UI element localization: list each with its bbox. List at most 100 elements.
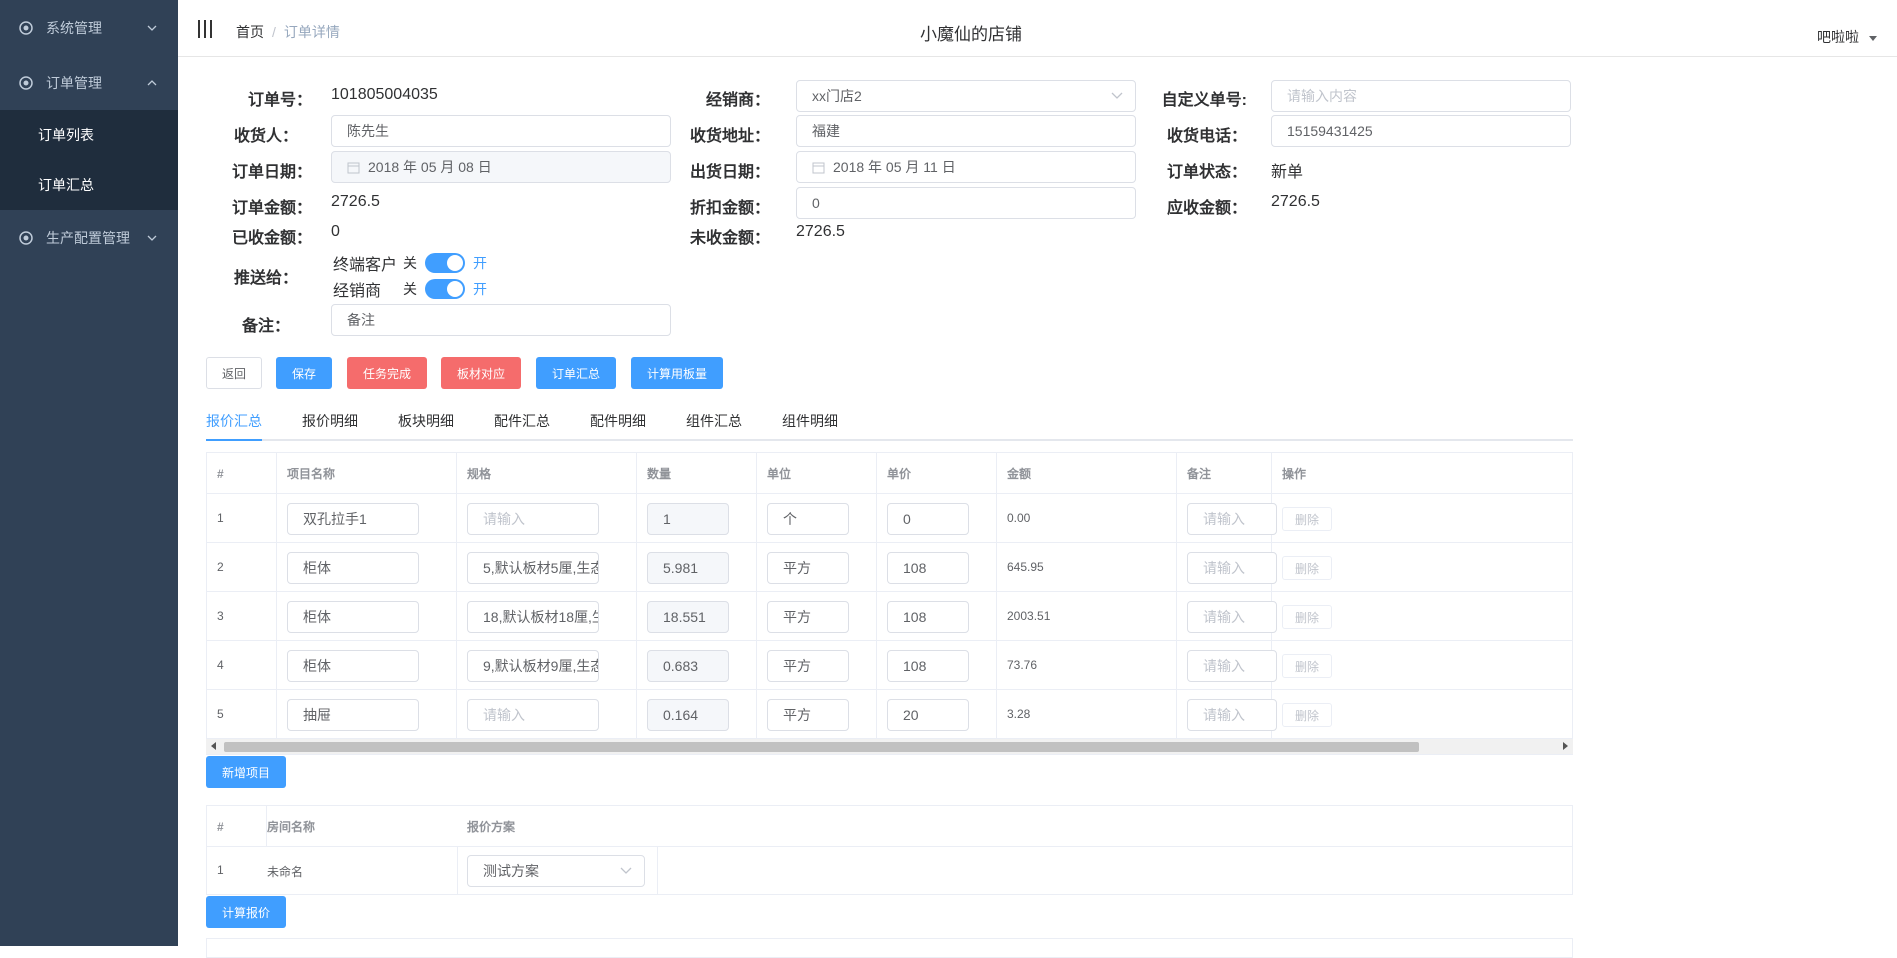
remark-input[interactable]: 备注 xyxy=(331,304,671,336)
dealer-value: xx门店2 xyxy=(812,88,862,104)
spec-input[interactable]: 9,默认板材9厘,生态板 xyxy=(467,650,599,682)
row-number: 3 xyxy=(217,609,224,623)
item-name-input[interactable]: 柜体 xyxy=(287,552,419,584)
spec-input[interactable]: 5,默认板材5厘,生态板 xyxy=(467,552,599,584)
delete-button[interactable]: 删除 xyxy=(1282,605,1332,629)
quantity-input[interactable]: 0.164 xyxy=(647,699,729,731)
address-input[interactable]: 福建 xyxy=(796,115,1136,147)
table-row: 4 柜体 9,默认板材9厘,生态板 0.683 平方 108 73.76 请输入删除 xyxy=(207,641,1572,690)
table-cell: 删除 xyxy=(1272,592,1572,641)
item-name-input[interactable]: 柜体 xyxy=(287,650,419,682)
quote-plan-select[interactable]: 测试方案 xyxy=(467,855,645,887)
amount-label: 订单金额： xyxy=(231,200,312,217)
remark-label: 备注： xyxy=(241,318,290,335)
hamburger-icon[interactable] xyxy=(198,20,212,38)
spec-input[interactable]: 请输入 xyxy=(467,699,599,731)
switch-off-text: 关 xyxy=(403,255,418,271)
arrow-right-icon[interactable] xyxy=(1563,742,1568,750)
remark-input[interactable]: 请输入 xyxy=(1187,650,1277,682)
menu-order-summary[interactable]: 订单汇总 xyxy=(0,160,178,210)
board-match-button[interactable]: 板材对应 xyxy=(441,357,521,389)
ship-date-picker[interactable]: 2018 年 05 月 11 日 xyxy=(796,151,1136,183)
table-cell: 0.00 xyxy=(997,494,1177,543)
tab-quote-detail[interactable]: 报价明细 xyxy=(302,411,358,431)
gear-icon xyxy=(19,230,33,245)
back-button[interactable]: 返回 xyxy=(206,357,262,389)
col-header: 金额 xyxy=(997,453,1177,494)
remark-input[interactable]: 请输入 xyxy=(1187,503,1277,535)
unit-input[interactable]: 平方 xyxy=(767,650,849,682)
breadcrumb: 首页 / 订单详情 xyxy=(236,24,340,40)
breadcrumb-current: 订单详情 xyxy=(283,24,340,40)
item-name-input[interactable]: 双孔拉手1 xyxy=(287,503,419,535)
tab-component-detail[interactable]: 组件明细 xyxy=(782,411,838,431)
col-header: 房间名称 xyxy=(267,820,316,834)
delete-button[interactable]: 删除 xyxy=(1282,703,1332,727)
menu-order-list[interactable]: 订单列表 xyxy=(0,110,178,160)
quantity-input[interactable]: 0.683 xyxy=(647,650,729,682)
next-table xyxy=(206,938,1573,958)
tab-component-summary[interactable]: 组件汇总 xyxy=(686,411,742,431)
tab-panel-detail[interactable]: 板块明细 xyxy=(398,411,454,431)
table-cell: 请输入 xyxy=(457,690,637,739)
table-row: 1 双孔拉手1 请输入 1 个 0 0.00 请输入 删除 xyxy=(207,494,1572,543)
scrollbar-thumb[interactable] xyxy=(224,742,1419,752)
order-date-label: 订单日期： xyxy=(231,164,312,181)
calc-quote-button[interactable]: 计算报价 xyxy=(206,896,286,928)
quantity-input[interactable]: 5.981 xyxy=(647,552,729,584)
user-menu[interactable]: 吧啦啦 xyxy=(1817,27,1877,47)
table-cell: 删除 xyxy=(1272,641,1572,690)
menu-order[interactable]: 订单管理 xyxy=(0,55,178,110)
receiver-input[interactable]: 陈先生 xyxy=(331,115,671,147)
remark-input[interactable]: 请输入 xyxy=(1187,552,1277,584)
ship-date-value: 2018 年 05 月 11 日 xyxy=(833,159,956,175)
order-summary-button[interactable]: 订单汇总 xyxy=(536,357,616,389)
tab-fitting-summary[interactable]: 配件汇总 xyxy=(494,411,550,431)
quantity-input[interactable]: 1 xyxy=(647,503,729,535)
status-label: 订单状态： xyxy=(1166,164,1247,181)
save-button[interactable]: 保存 xyxy=(276,357,332,389)
amount-value: 2726.5 xyxy=(331,193,380,210)
price-input[interactable]: 0 xyxy=(887,503,969,535)
menu-system[interactable]: 系统管理 xyxy=(0,0,178,55)
custom-no-input[interactable]: 请输入内容 xyxy=(1271,80,1571,112)
spec-input[interactable]: 18,默认板材18厘,生态 xyxy=(467,601,599,633)
horizontal-scrollbar[interactable] xyxy=(206,739,1573,754)
complete-task-button[interactable]: 任务完成 xyxy=(347,357,427,389)
push-dealer-switch[interactable] xyxy=(425,279,465,299)
delete-button[interactable]: 删除 xyxy=(1282,507,1332,531)
price-input[interactable]: 108 xyxy=(887,650,969,682)
item-name-input[interactable]: 柜体 xyxy=(287,601,419,633)
price-input[interactable]: 108 xyxy=(887,601,969,633)
phone-input[interactable]: 15159431425 xyxy=(1271,115,1571,147)
price-input[interactable]: 108 xyxy=(887,552,969,584)
remark-input[interactable]: 请输入 xyxy=(1187,699,1277,731)
unit-input[interactable]: 平方 xyxy=(767,601,849,633)
col-header: # xyxy=(207,453,277,494)
tab-fitting-detail[interactable]: 配件明细 xyxy=(590,411,646,431)
arrow-left-icon[interactable] xyxy=(211,742,216,750)
chevron-down-icon xyxy=(1111,92,1123,99)
row-number: 4 xyxy=(217,658,224,672)
dealer-select[interactable]: xx门店2 xyxy=(796,80,1136,112)
amount-text: 2003.51 xyxy=(1007,609,1051,623)
delete-button[interactable]: 删除 xyxy=(1282,556,1332,580)
price-input[interactable]: 20 xyxy=(887,699,969,731)
unit-input[interactable]: 平方 xyxy=(767,699,849,731)
quantity-input[interactable]: 18.551 xyxy=(647,601,729,633)
unit-input[interactable]: 平方 xyxy=(767,552,849,584)
breadcrumb-home[interactable]: 首页 xyxy=(236,24,264,40)
discount-input[interactable]: 0 xyxy=(796,187,1136,219)
order-date-picker[interactable]: 2018 年 05 月 08 日 xyxy=(331,151,671,183)
unit-input[interactable]: 个 xyxy=(767,503,849,535)
menu-production-label: 生产配置管理 xyxy=(46,229,130,246)
push-customer-switch[interactable] xyxy=(425,253,466,273)
spec-input[interactable]: 请输入 xyxy=(467,503,599,535)
item-name-input[interactable]: 抽屉 xyxy=(287,699,419,731)
menu-production[interactable]: 生产配置管理 xyxy=(0,210,178,265)
tab-quote-summary[interactable]: 报价汇总 xyxy=(206,411,262,431)
calc-board-button[interactable]: 计算用板量 xyxy=(631,357,723,389)
remark-input[interactable]: 请输入 xyxy=(1187,601,1277,633)
add-item-button[interactable]: 新增项目 xyxy=(206,756,286,788)
delete-button[interactable]: 删除 xyxy=(1282,654,1332,678)
